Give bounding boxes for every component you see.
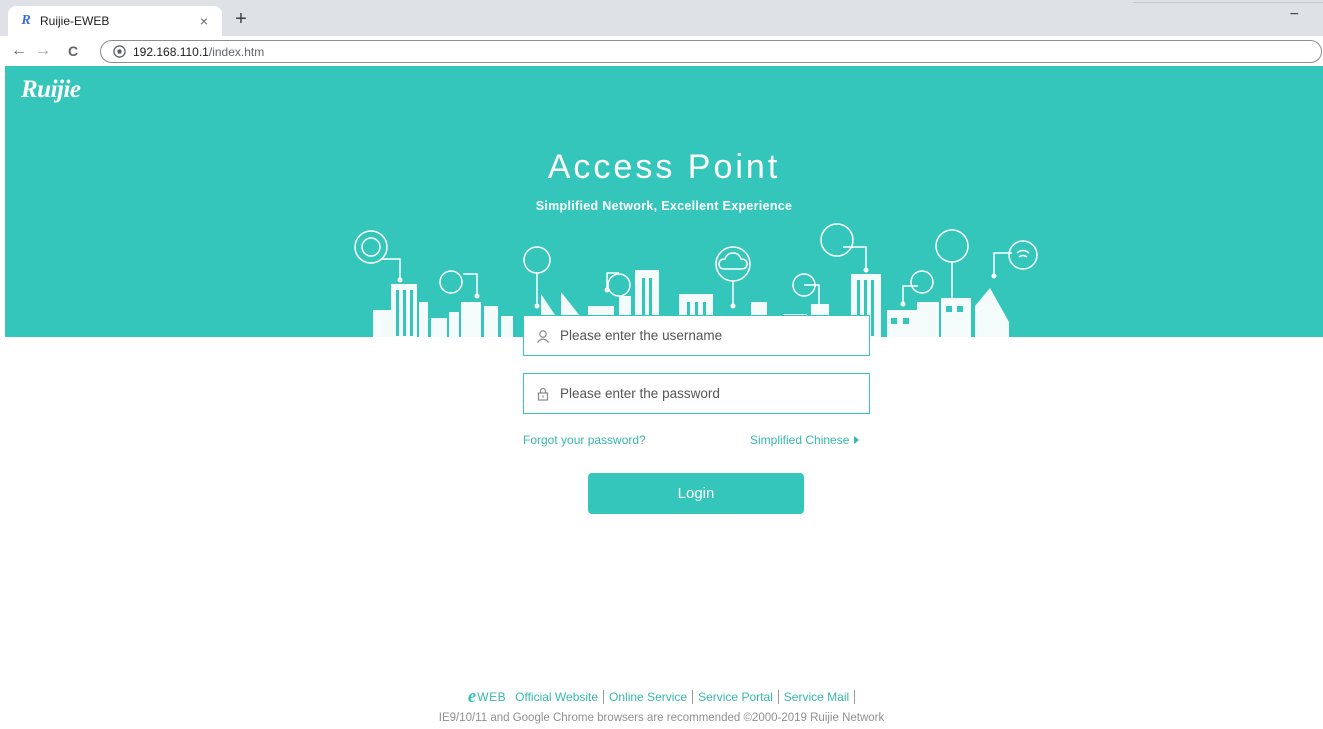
page-subtitle: Simplified Network, Excellent Experience [535,199,793,213]
footer-note: IE9/10/11 and Google Chrome browsers are… [438,712,885,724]
new-tab-button[interactable]: + [230,9,252,31]
address-bar[interactable]: 192.168.110.1/index.htm [100,40,1322,63]
service-mail-link[interactable]: Service Mail [779,690,856,704]
tab-close-icon[interactable]: × [196,13,212,29]
site-info-icon[interactable] [113,45,127,59]
eweb-logo-text: WEB [477,690,507,704]
online-service-link[interactable]: Online Service [604,690,694,704]
forgot-password-link[interactable]: Forgot your password? [523,433,646,447]
hero-banner: Ruijie Access Point Simplified Network, … [5,66,1323,337]
password-field[interactable] [523,373,870,414]
caret-right-icon [854,436,860,444]
address-url: 192.168.110.1/index.htm [133,45,264,59]
lock-icon [537,387,549,401]
username-input[interactable] [560,328,850,343]
ruijie-favicon-icon: R [21,13,31,28]
user-icon [537,329,549,343]
reload-button[interactable]: C [62,41,84,61]
browser-tab[interactable]: R Ruijie-EWEB × [8,6,222,36]
browser-tab-bar: R Ruijie-EWEB × + − [0,0,1323,36]
login-button[interactable]: Login [588,473,804,514]
url-path: /index.htm [208,44,265,59]
tab-title: Ruijie-EWEB [40,14,110,28]
forward-button[interactable]: → [32,41,54,61]
service-portal-link[interactable]: Service Portal [693,690,779,704]
url-host: 192.168.110.1 [133,44,209,59]
official-website-link[interactable]: Official Website [515,690,605,704]
password-input[interactable] [560,386,850,401]
language-label: Simplified Chinese [750,433,850,447]
minimize-window-button[interactable]: − [1290,6,1299,24]
eweb-logo-e: e [467,686,477,707]
language-selector[interactable]: Simplified Chinese [750,433,860,447]
page-title: Access Point [547,148,781,186]
browser-toolbar: ← → C 192.168.110.1/index.htm [0,36,1323,66]
back-button[interactable]: ← [8,41,30,61]
footer-links: e WEB Official Website Online Service Se… [0,686,1323,707]
ruijie-logo: Ruijie [21,76,81,103]
eweb-logo: e WEB [467,686,507,707]
tabbar-divider [1133,2,1323,3]
username-field[interactable] [523,315,870,356]
